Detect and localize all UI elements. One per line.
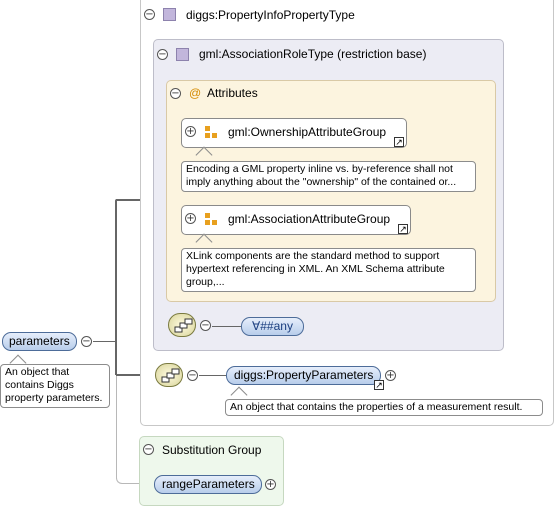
sequence-icon [174, 318, 193, 333]
connector-root-to-type [93, 341, 116, 342]
substitution-member-range-parameters[interactable]: rangeParameters [154, 475, 262, 494]
collapse-any-toggle[interactable]: − [200, 320, 211, 331]
collapse-type-toggle[interactable]: − [144, 9, 155, 20]
attributes-at-icon: @ [189, 86, 202, 100]
restriction-suffix: (restriction base) [337, 47, 427, 61]
collapse-substitution-toggle[interactable]: − [143, 444, 154, 455]
expand-association-toggle[interactable]: + [185, 213, 196, 224]
association-group-name: gml:AssociationAttributeGroup [228, 212, 391, 226]
restriction-type-icon [176, 48, 189, 61]
attribute-group-icon [205, 126, 219, 140]
external-link-icon[interactable]: ↗ [374, 380, 384, 390]
expand-ownership-toggle[interactable]: + [185, 126, 196, 137]
child-sequence-icon[interactable] [155, 363, 183, 387]
attributes-label: Attributes [207, 86, 258, 100]
any-element[interactable]: ∀##any [241, 317, 304, 336]
external-link-icon[interactable]: ↗ [398, 224, 408, 234]
child-element-doc: An object that contains the properties o… [225, 399, 543, 416]
ownership-group-doc: Encoding a GML property inline vs. by-re… [181, 161, 476, 192]
root-element-doc: An object that contains Diggs property p… [0, 364, 110, 408]
restriction-name: gml:AssociationRoleType [199, 47, 334, 61]
any-label: ##any [260, 319, 293, 333]
restriction-title: gml:AssociationRoleType (restriction bas… [199, 47, 426, 61]
connector-any [212, 326, 242, 327]
attribute-group-icon [205, 213, 219, 227]
sequence-compositor-icon[interactable] [168, 313, 196, 337]
connector-child [199, 375, 227, 376]
association-group-doc: XLink components are the standard method… [181, 248, 476, 292]
complex-type-name: diggs:PropertyInfoPropertyType [186, 8, 355, 22]
sequence-icon [161, 368, 180, 383]
substitution-group-label: Substitution Group [162, 443, 262, 457]
child-element-property-parameters[interactable]: diggs:PropertyParameters [226, 366, 381, 385]
root-element-parameters[interactable]: parameters [2, 332, 77, 351]
collapse-child-toggle[interactable]: − [187, 370, 198, 381]
external-link-icon[interactable]: ↗ [394, 137, 404, 147]
complex-type-icon [163, 8, 176, 21]
expand-range-parameters-toggle[interactable]: + [265, 479, 276, 490]
collapse-restriction-toggle[interactable]: − [157, 49, 168, 60]
ownership-group-name: gml:OwnershipAttributeGroup [228, 125, 387, 139]
collapse-attributes-toggle[interactable]: − [170, 88, 181, 99]
connector-vertical [115, 199, 117, 375]
collapse-root-toggle[interactable]: − [81, 336, 92, 347]
expand-child-toggle[interactable]: + [385, 370, 396, 381]
